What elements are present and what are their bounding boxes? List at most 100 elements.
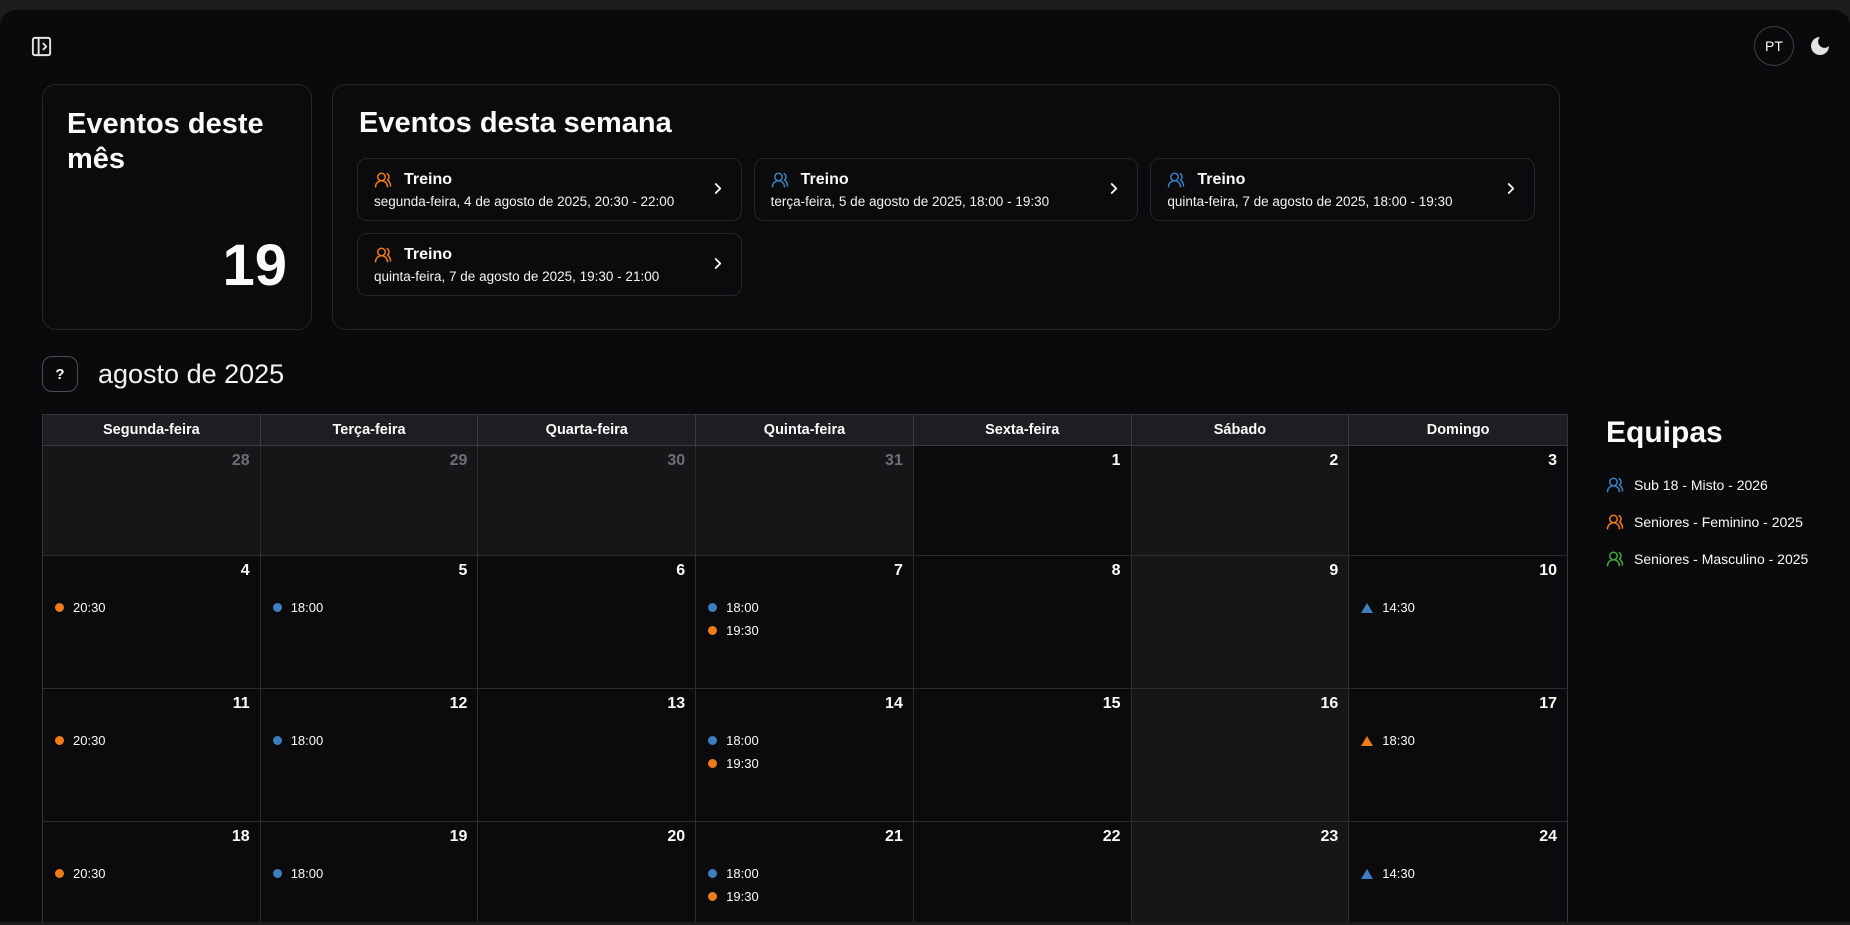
day-number: 5: [271, 562, 468, 580]
calendar-day-cell[interactable]: 10 14:30: [1349, 556, 1567, 689]
calendar-event[interactable]: 19:30: [706, 756, 903, 771]
day-number: 17: [1359, 695, 1557, 713]
team-label: Seniores - Feminino - 2025: [1634, 514, 1803, 530]
weekday-header: Sábado: [1132, 415, 1350, 446]
calendar-day-cell[interactable]: 12 18:00: [261, 689, 479, 822]
event-marker-icon: [708, 736, 717, 745]
calendar-event[interactable]: 19:30: [706, 889, 903, 904]
team-item[interactable]: Seniores - Masculino - 2025: [1606, 550, 1808, 568]
team-item[interactable]: Seniores - Feminino - 2025: [1606, 513, 1808, 531]
calendar-day-cell[interactable]: 8: [914, 556, 1132, 689]
calendar-day-cell[interactable]: 11 20:30: [43, 689, 261, 822]
calendar-event[interactable]: 18:30: [1359, 733, 1557, 748]
calendar-event[interactable]: 18:00: [706, 866, 903, 881]
calendar-event[interactable]: 18:00: [271, 733, 468, 748]
main-panel: PT Eventos deste mês 19 Eventos desta se…: [0, 10, 1850, 922]
event-time: 18:00: [726, 866, 759, 881]
calendar-event[interactable]: 20:30: [53, 866, 250, 881]
calendar-day-cell[interactable]: 3: [1349, 446, 1567, 556]
day-number: 14: [706, 695, 903, 713]
calendar-header: ? agosto de 2025: [42, 356, 1808, 392]
day-number: 2: [1142, 452, 1339, 470]
event-card[interactable]: Treino terça-feira, 5 de agosto de 2025,…: [754, 158, 1139, 221]
day-number: 24: [1359, 828, 1557, 846]
event-marker-icon: [55, 736, 64, 745]
event-card[interactable]: Treino quinta-feira, 7 de agosto de 2025…: [357, 233, 742, 296]
teams-title: Equipas: [1606, 416, 1808, 450]
calendar-day-cell[interactable]: 24 14:30: [1349, 822, 1567, 922]
calendar-day-cell[interactable]: 19 18:00: [261, 822, 479, 922]
calendar-day-cell[interactable]: 15: [914, 689, 1132, 822]
calendar-day-cell[interactable]: 4 20:30: [43, 556, 261, 689]
calendar-day-cell[interactable]: 14 18:00 19:30: [696, 689, 914, 822]
day-number: 15: [924, 695, 1121, 713]
weekday-header: Quarta-feira: [478, 415, 696, 446]
month-events-card: Eventos deste mês 19: [42, 84, 312, 330]
calendar-day-cell[interactable]: 2: [1132, 446, 1350, 556]
calendar-day-cell[interactable]: 5 18:00: [261, 556, 479, 689]
event-time: 18:00: [291, 600, 324, 615]
calendar-day-cell[interactable]: 29: [261, 446, 479, 556]
users-icon: [1606, 550, 1624, 568]
day-number: 23: [1142, 828, 1339, 846]
users-icon: [1606, 513, 1624, 531]
event-marker-icon: [708, 626, 717, 635]
moon-icon: [1808, 34, 1832, 58]
calendar-event[interactable]: 14:30: [1359, 866, 1557, 881]
day-number: 21: [706, 828, 903, 846]
event-marker-icon: [273, 869, 282, 878]
calendar-day-cell[interactable]: 23: [1132, 822, 1350, 922]
calendar-day-cell[interactable]: 30: [478, 446, 696, 556]
chevron-right-icon: [709, 179, 727, 200]
calendar-event[interactable]: 18:00: [706, 733, 903, 748]
day-number: 11: [53, 695, 250, 713]
teams-sidebar: Equipas Sub 18 - Misto - 2026 Seniores -…: [1606, 414, 1808, 587]
event-title: Treino: [404, 246, 452, 264]
calendar-day-cell[interactable]: 1: [914, 446, 1132, 556]
event-card[interactable]: Treino quinta-feira, 7 de agosto de 2025…: [1150, 158, 1535, 221]
language-button[interactable]: PT: [1754, 26, 1794, 66]
sidebar-toggle-button[interactable]: [30, 35, 53, 58]
calendar-day-cell[interactable]: 21 18:00 19:30: [696, 822, 914, 922]
calendar-day-cell[interactable]: 18 20:30: [43, 822, 261, 922]
week-events-title: Eventos desta semana: [359, 107, 1535, 140]
event-card[interactable]: Treino segunda-feira, 4 de agosto de 202…: [357, 158, 742, 221]
event-time: 14:30: [1382, 600, 1415, 615]
calendar-day-cell[interactable]: 13: [478, 689, 696, 822]
calendar-day-cell[interactable]: 17 18:30: [1349, 689, 1567, 822]
event-title: Treino: [801, 171, 849, 189]
chevron-right-icon: [1105, 179, 1123, 200]
calendar-event[interactable]: 18:00: [271, 600, 468, 615]
day-number: 6: [488, 562, 685, 580]
calendar-day-cell[interactable]: 7 18:00 19:30: [696, 556, 914, 689]
weekday-header: Domingo: [1349, 415, 1567, 446]
day-number: 28: [53, 452, 250, 470]
calendar-event[interactable]: 20:30: [53, 733, 250, 748]
weekday-header: Segunda-feira: [43, 415, 261, 446]
event-time: 20:30: [73, 600, 106, 615]
calendar-event[interactable]: 14:30: [1359, 600, 1557, 615]
weekday-header: Sexta-feira: [914, 415, 1132, 446]
day-number: 19: [271, 828, 468, 846]
calendar-day-cell[interactable]: 9: [1132, 556, 1350, 689]
calendar-day-cell[interactable]: 22: [914, 822, 1132, 922]
event-time: 18:00: [726, 733, 759, 748]
week-events-grid: Treino segunda-feira, 4 de agosto de 202…: [357, 158, 1535, 296]
theme-toggle-button[interactable]: [1808, 34, 1832, 58]
users-icon: [374, 171, 392, 189]
chevron-right-icon: [709, 254, 727, 275]
calendar-event[interactable]: 20:30: [53, 600, 250, 615]
calendar-day-cell[interactable]: 16: [1132, 689, 1350, 822]
calendar-day-cell[interactable]: 28: [43, 446, 261, 556]
calendar-day-cell[interactable]: 6: [478, 556, 696, 689]
event-datetime: quinta-feira, 7 de agosto de 2025, 18:00…: [1167, 194, 1452, 209]
calendar-day-cell[interactable]: 20: [478, 822, 696, 922]
team-item[interactable]: Sub 18 - Misto - 2026: [1606, 476, 1808, 494]
calendar-event[interactable]: 18:00: [706, 600, 903, 615]
calendar-event[interactable]: 19:30: [706, 623, 903, 638]
day-number: 20: [488, 828, 685, 846]
calendar-event[interactable]: 18:00: [271, 866, 468, 881]
calendar-day-cell[interactable]: 31: [696, 446, 914, 556]
summary-cards-row: Eventos deste mês 19 Eventos desta seman…: [42, 84, 1850, 330]
help-button[interactable]: ?: [42, 356, 78, 392]
